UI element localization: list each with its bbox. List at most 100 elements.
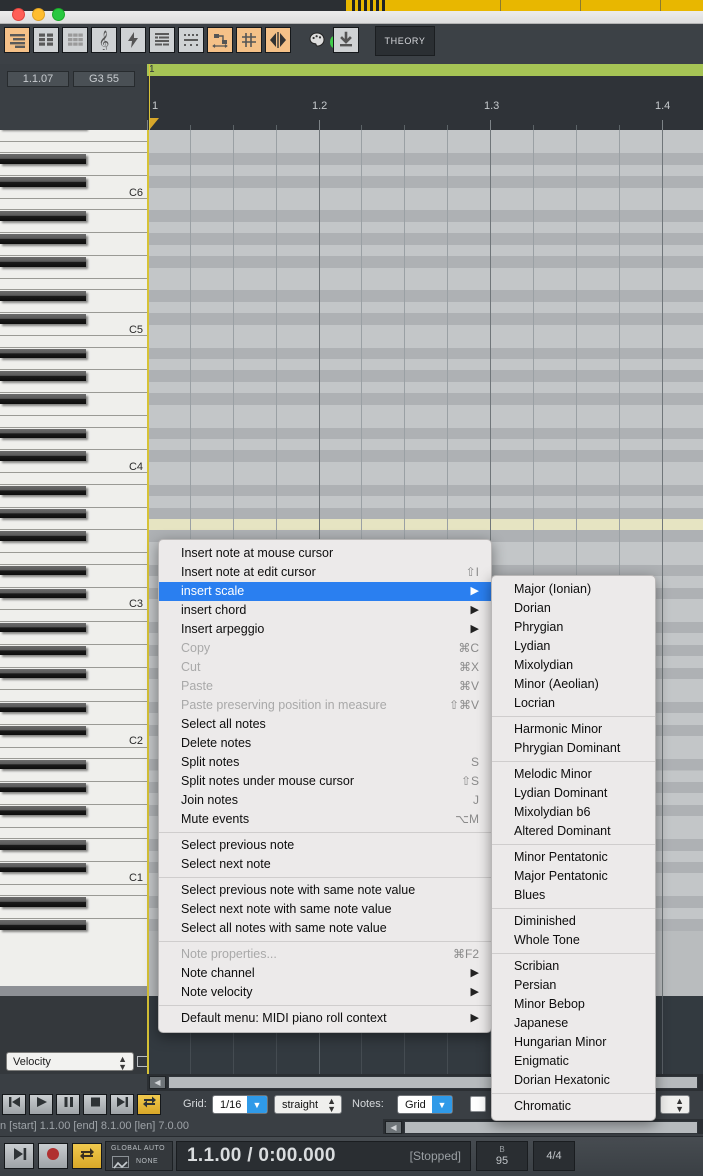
go-to-start-button[interactable] (2, 1094, 26, 1115)
stop-button[interactable] (83, 1094, 107, 1115)
chevron-down-icon[interactable]: ▼ (247, 1096, 267, 1113)
piano-white-key[interactable] (0, 221, 147, 234)
scale-menu-item[interactable]: Major (Ionian) (492, 580, 655, 599)
scale-menu-item[interactable]: Persian (492, 976, 655, 995)
scale-menu-item[interactable]: Enigmatic (492, 1052, 655, 1071)
scroll-thumb-2[interactable] (404, 1121, 698, 1134)
notes-value-combo[interactable]: Grid ▼ (397, 1095, 453, 1114)
named-notes-view[interactable] (33, 27, 59, 53)
piano-white-key[interactable] (0, 850, 147, 862)
repeat-button[interactable] (72, 1143, 102, 1169)
menu-item[interactable]: Select previous note with same note valu… (159, 881, 491, 900)
timeline-ruler[interactable]: 1 1 1.2 1.3 1.4 (147, 64, 703, 130)
scale-menu-item[interactable]: Phrygian Dominant (492, 739, 655, 758)
piano-white-key[interactable] (0, 404, 147, 417)
scale-menu-item[interactable]: Minor Bebop (492, 995, 655, 1014)
piano-black-key[interactable] (0, 348, 86, 358)
tempo-box[interactable]: B 95 (476, 1141, 528, 1171)
transport-time-display[interactable]: 1.1.00 / 0:00.000 [Stopped] (176, 1141, 471, 1171)
scale-menu-item[interactable]: Mixolydian b6 (492, 803, 655, 822)
piano-white-key[interactable] (0, 473, 147, 485)
menu-item[interactable]: Select next note with same note value (159, 900, 491, 919)
piano-white-key[interactable] (0, 519, 147, 531)
go-to-end-button[interactable] (110, 1094, 134, 1115)
velocity-tool[interactable] (120, 27, 146, 53)
menu-item[interactable]: Select next note (159, 855, 491, 874)
piano-white-key[interactable] (0, 873, 147, 885)
piano-black-key[interactable] (0, 508, 86, 519)
menu-item[interactable]: Select all notes with same note value (159, 919, 491, 938)
piano-white-key[interactable] (0, 199, 147, 211)
scale-menu-item[interactable]: Lydian Dominant (492, 784, 655, 803)
menu-item[interactable]: Split notes under mouse cursor ⇧S (159, 772, 491, 791)
piano-black-key[interactable] (0, 451, 86, 461)
piano-white-key[interactable] (0, 793, 147, 805)
piano-white-key[interactable] (0, 633, 147, 645)
scale-menu-item[interactable]: Lydian (492, 637, 655, 656)
velocity-lane-selector[interactable]: Velocity ▲ ▼ (6, 1052, 134, 1072)
piano-white-key[interactable] (0, 541, 147, 554)
piano-black-key[interactable] (0, 840, 86, 850)
piano-white-key[interactable] (0, 461, 147, 474)
menu-item[interactable]: Delete notes (159, 734, 491, 753)
play-button[interactable] (29, 1094, 53, 1115)
step-sequencer-view[interactable] (178, 27, 204, 53)
menu-item[interactable]: Insert note at mouse cursor (159, 544, 491, 563)
piano-white-key[interactable] (0, 713, 147, 725)
piano-white-key[interactable] (0, 187, 147, 199)
pause-button[interactable] (56, 1094, 80, 1115)
piano-black-key[interactable] (0, 725, 86, 736)
go-to-end-button[interactable] (4, 1143, 34, 1169)
piano-white-key[interactable] (0, 359, 147, 371)
piano-white-key[interactable] (0, 884, 147, 897)
piano-white-key[interactable] (0, 324, 147, 337)
scale-menu-item[interactable]: Hungarian Minor (492, 1033, 655, 1052)
scale-menu-item[interactable]: Chromatic (492, 1097, 655, 1116)
scale-menu-item[interactable]: Locrian (492, 694, 655, 713)
piano-white-key[interactable] (0, 656, 147, 668)
scale-menu-item[interactable]: Whole Tone (492, 931, 655, 950)
piano-black-key[interactable] (0, 154, 86, 164)
piano-roll-view[interactable] (4, 27, 30, 53)
piano-black-key[interactable] (0, 211, 86, 221)
event-list-view[interactable] (62, 27, 88, 53)
piano-white-key[interactable] (0, 747, 147, 760)
piano-black-key[interactable] (0, 702, 86, 713)
drum-map-view[interactable] (149, 27, 175, 53)
menu-item[interactable]: Mute events ⌥M (159, 810, 491, 829)
piano-white-key[interactable] (0, 679, 147, 691)
scale-menu-item[interactable]: Minor (Aeolian) (492, 675, 655, 694)
piano-white-key[interactable] (0, 279, 147, 291)
piano-black-key[interactable] (0, 234, 86, 244)
grid-snap-toggle[interactable] (236, 27, 262, 53)
menu-item[interactable]: Default menu: MIDI piano roll context ▶ (159, 1009, 491, 1028)
playhead-marker[interactable] (150, 118, 159, 129)
scroll-left-button[interactable]: ◀ (149, 1076, 166, 1089)
piano-white-key[interactable] (0, 244, 147, 257)
piano-black-key[interactable] (0, 371, 86, 381)
download-button[interactable] (333, 27, 359, 53)
record-button[interactable] (38, 1143, 68, 1169)
scale-menu-item[interactable]: Diminished (492, 912, 655, 931)
piano-keyboard[interactable]: C6 C5 C4 C3 C2 C1 (0, 130, 147, 996)
mirror-notes[interactable] (265, 27, 291, 53)
piano-white-key[interactable] (0, 130, 147, 142)
scale-menu-item[interactable]: Dorian (492, 599, 655, 618)
piano-roll-context-menu[interactable]: Insert note at mouse cursor Insert note a… (158, 539, 492, 1033)
piano-white-key[interactable] (0, 610, 147, 622)
cursor-note-field[interactable]: G3 55 (73, 71, 135, 87)
notation-view[interactable]: 𝄞 (91, 27, 117, 53)
loop-range-bar[interactable]: 1 (147, 64, 703, 76)
piano-white-key[interactable] (0, 816, 147, 828)
menu-item[interactable]: Join notes J (159, 791, 491, 810)
piano-black-key[interactable] (0, 622, 86, 633)
piano-black-key[interactable] (0, 805, 86, 816)
piano-black-key[interactable] (0, 565, 86, 576)
piano-white-key[interactable] (0, 267, 147, 279)
right-stepper[interactable]: ▲ ▼ (660, 1095, 690, 1114)
piano-white-key[interactable] (0, 416, 147, 428)
piano-black-key[interactable] (0, 782, 86, 793)
scale-menu-item[interactable]: Harmonic Minor (492, 720, 655, 739)
piano-white-key[interactable] (0, 336, 147, 348)
menu-item[interactable]: Note channel ▶ (159, 964, 491, 983)
